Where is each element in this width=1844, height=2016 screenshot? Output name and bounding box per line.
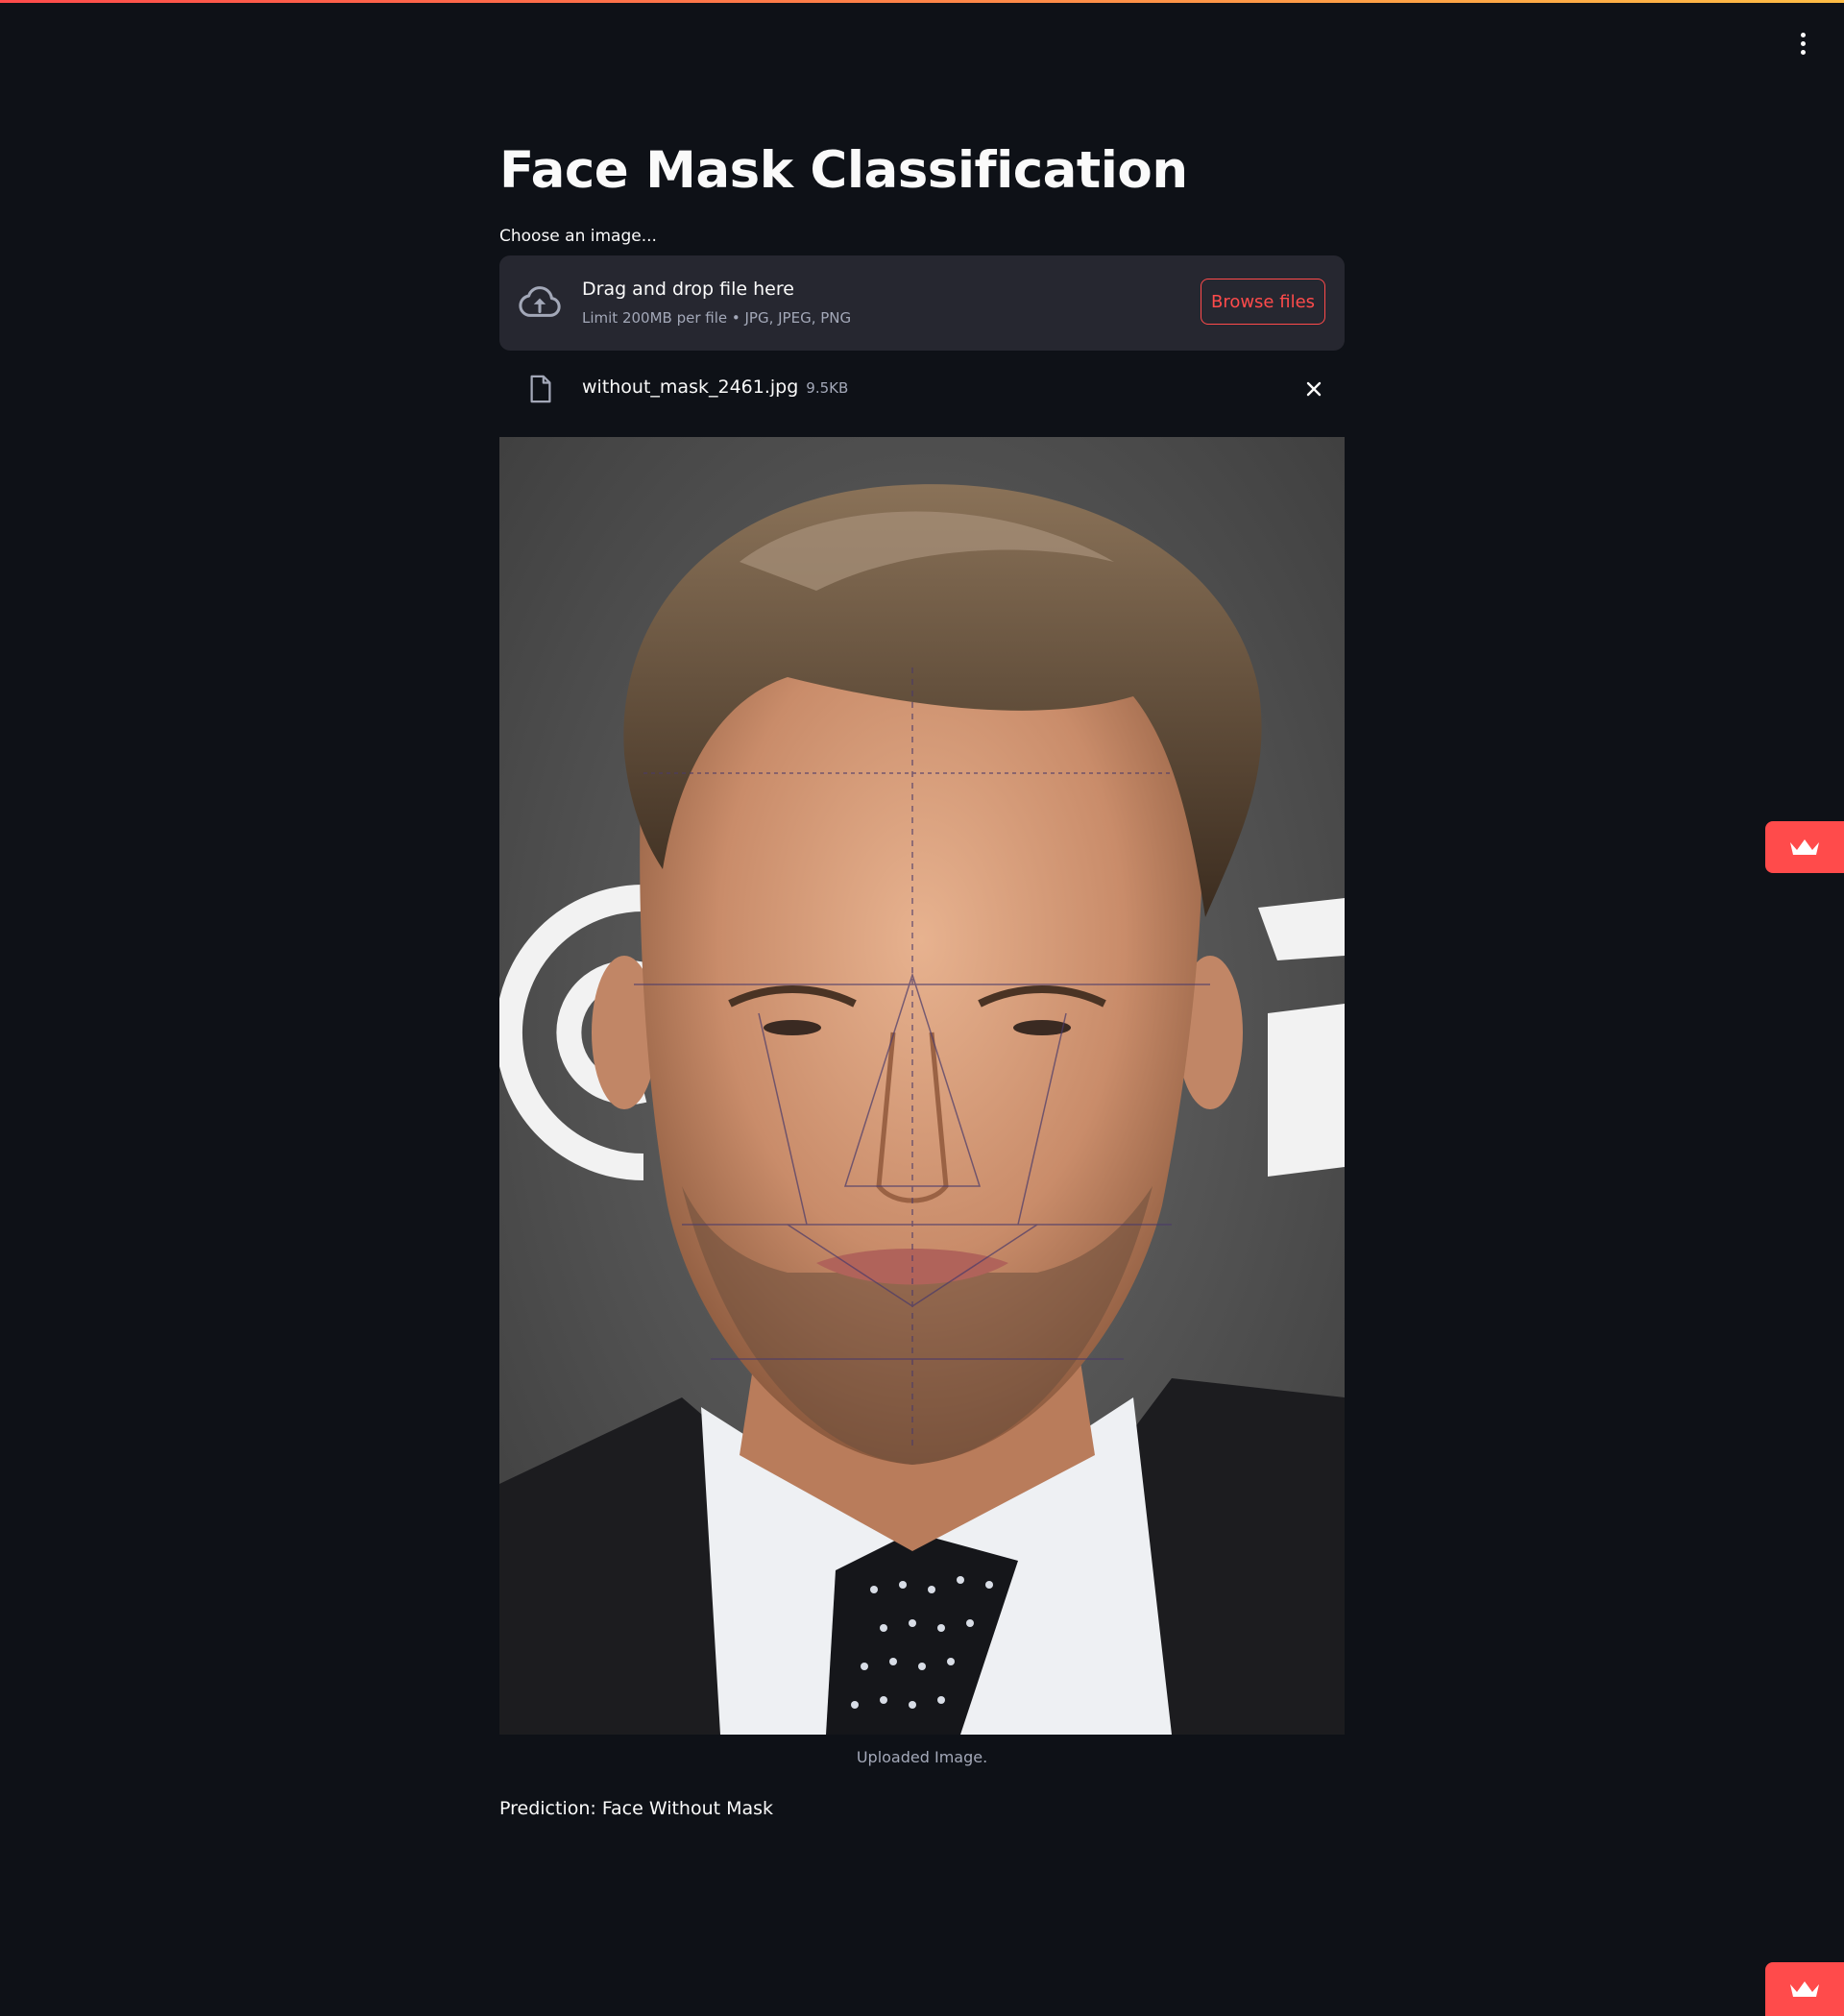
- browse-files-button[interactable]: Browse files: [1201, 279, 1325, 325]
- streamlit-badge-bottom[interactable]: [1765, 1962, 1844, 2016]
- face-photo: [499, 437, 1345, 1735]
- main-menu-button[interactable]: [1788, 29, 1817, 58]
- crown-icon: [1790, 839, 1819, 855]
- menu-icon-dot: [1800, 40, 1806, 46]
- file-icon: [530, 375, 551, 403]
- menu-icon-dot: [1800, 49, 1806, 55]
- file-name-text: without_mask_2461.jpg: [582, 376, 799, 398]
- image-caption: Uploaded Image.: [856, 1748, 988, 1766]
- top-decoration-bar: [0, 0, 1844, 3]
- file-size: 9.5KB: [806, 379, 849, 397]
- uploader-label: Choose an image...: [499, 227, 657, 246]
- close-icon[interactable]: [1302, 377, 1325, 401]
- dropzone-limit: Limit 200MB per file • JPG, JPEG, PNG: [582, 309, 852, 327]
- uploaded-image: [499, 437, 1345, 1735]
- file-dropzone[interactable]: Drag and drop file here Limit 200MB per …: [499, 255, 1345, 351]
- crown-icon: [1790, 1981, 1819, 1997]
- file-name: without_mask_2461.jpg 9.5KB: [582, 375, 848, 401]
- page-title: Face Mask Classification: [499, 141, 1188, 200]
- menu-icon: [1800, 32, 1806, 37]
- uploaded-file-row: without_mask_2461.jpg 9.5KB: [499, 365, 1345, 413]
- dropzone-title: Drag and drop file here: [582, 279, 794, 300]
- cloud-upload-icon: [519, 286, 561, 317]
- prediction-text: Prediction: Face Without Mask: [499, 1798, 774, 1819]
- streamlit-badge-top[interactable]: [1765, 821, 1844, 873]
